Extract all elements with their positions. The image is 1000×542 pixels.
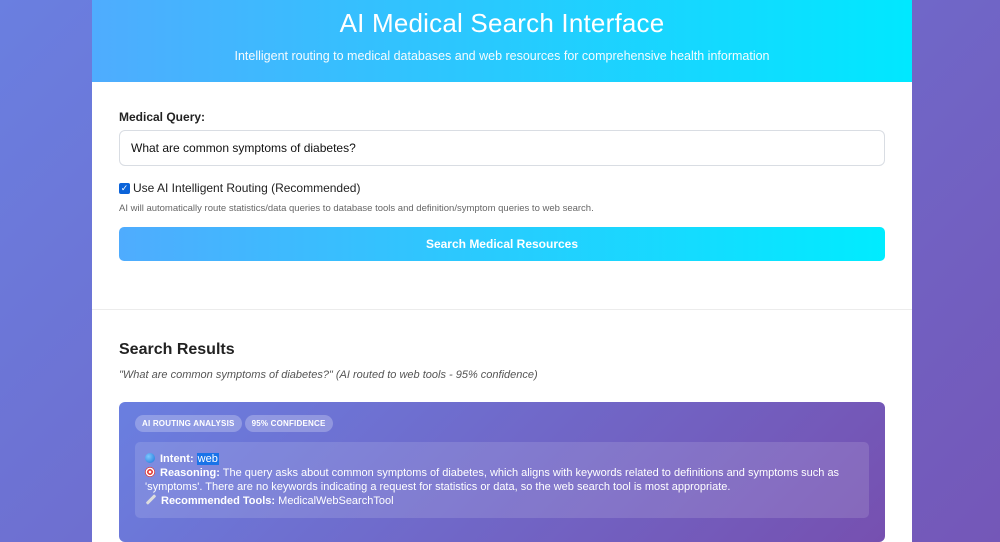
globe-icon: [145, 453, 155, 463]
analysis-badges: AI ROUTING ANALYSIS 95% CONFIDENCE: [135, 415, 869, 432]
page-subtitle: Intelligent routing to medical databases…: [234, 49, 770, 63]
results-section: Search Results "What are common symptoms…: [92, 310, 912, 542]
tools-row: Recommended Tools: MedicalWebSearchTool: [145, 494, 859, 508]
intent-label: Intent:: [160, 453, 194, 465]
tools-value: MedicalWebSearchTool: [278, 495, 394, 507]
search-form: Medical Query: ✓ Use AI Intelligent Rout…: [92, 82, 912, 261]
tools-label: Recommended Tools:: [161, 495, 276, 507]
intent-row: Intent: web: [145, 452, 859, 466]
routing-help-text: AI will automatically route statistics/d…: [119, 203, 594, 214]
page-title: AI Medical Search Interface: [339, 8, 665, 38]
routing-option[interactable]: ✓ Use AI Intelligent Routing (Recommende…: [119, 181, 885, 195]
reasoning-row: Reasoning: The query asks about common s…: [145, 466, 859, 494]
target-icon: [145, 467, 155, 477]
results-title: Search Results: [119, 341, 235, 358]
results-query-echo: "What are common symptoms of diabetes?" …: [119, 369, 538, 381]
checkmark-icon: ✓: [120, 182, 129, 193]
page-header: AI Medical Search Interface Intelligent …: [92, 0, 912, 82]
routing-checkbox[interactable]: ✓: [119, 182, 130, 194]
main-card: AI Medical Search Interface Intelligent …: [92, 0, 912, 542]
confidence-badge: 95% CONFIDENCE: [244, 415, 333, 432]
wrench-icon: [145, 494, 157, 505]
query-input[interactable]: [119, 130, 885, 166]
routing-label[interactable]: Use AI Intelligent Routing (Recommended): [133, 181, 360, 195]
reasoning-text: The query asks about common symptoms of …: [145, 467, 840, 493]
search-button[interactable]: Search Medical Resources: [119, 227, 885, 261]
intent-value: web: [196, 453, 219, 465]
routing-analysis-badge: AI ROUTING ANALYSIS: [135, 415, 242, 432]
reasoning-label: Reasoning:: [160, 467, 220, 479]
routing-analysis-panel: AI ROUTING ANALYSIS 95% CONFIDENCE Inten…: [119, 402, 885, 542]
analysis-details: Intent: web Reasoning: The query asks ab…: [135, 442, 869, 518]
query-label: Medical Query:: [119, 110, 206, 124]
